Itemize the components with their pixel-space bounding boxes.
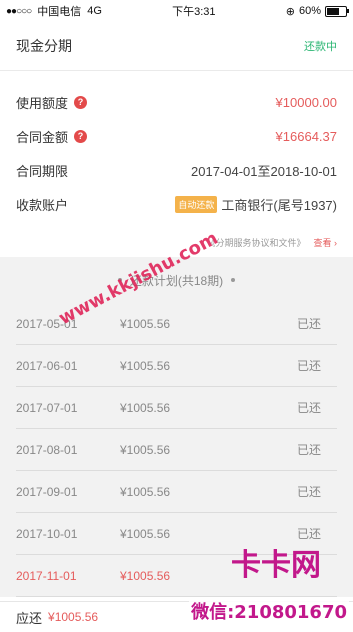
- installment-header: 现金分期 还款中: [0, 22, 353, 71]
- contract-term-value: 2017-04-01至2018-10-01: [191, 163, 337, 179]
- page-title: 现金分期: [16, 38, 72, 54]
- battery-icon: [325, 5, 349, 17]
- plan-amount: ¥1005.56: [120, 316, 171, 331]
- limit-value: ¥10000.00: [275, 94, 337, 110]
- status-bar-time: 下午3:31: [172, 6, 216, 18]
- network-type: 4G: [87, 5, 102, 17]
- help-icon[interactable]: ?: [74, 129, 88, 143]
- receiving-account-row: 收款账户 自动还款 工商银行(尾号1937): [0, 187, 353, 221]
- due-label: 应还: [16, 610, 43, 626]
- wechat-watermark: 微信:210801670: [189, 598, 349, 624]
- plan-date: 2017-08-01: [16, 442, 78, 457]
- plan-row: 2017-07-01 ¥1005.56 已还: [16, 387, 337, 429]
- orientation-lock-icon: ⊕: [285, 5, 295, 18]
- contract-term-row: 合同期限 2017-04-01至2018-10-01: [0, 153, 353, 187]
- contract-amount-value: ¥16664.37: [275, 128, 337, 144]
- receiving-account-value: 工商银行(尾号1937): [221, 197, 337, 213]
- plan-row: 2017-09-01 ¥1005.56 已还: [16, 471, 337, 513]
- limit-row: 使用额度 ? ¥10000.00: [0, 85, 353, 119]
- auto-repay-badge: 自动还款: [175, 195, 218, 213]
- plan-status: 已还: [296, 359, 321, 373]
- plan-status: 已还: [296, 443, 321, 457]
- carrier-name: 中国电信: [37, 6, 82, 18]
- plan-date: 2017-06-01: [16, 358, 78, 373]
- view-agreement-label: 查看: [313, 237, 332, 248]
- contract-amount-label: 合同金额: [16, 129, 69, 145]
- status-bar-right: ⊕ 60%: [285, 5, 349, 18]
- status-bar-left: ●●○○○ 中国电信 4G: [6, 3, 102, 19]
- plan-status: 已还: [296, 317, 321, 331]
- divider-dot-icon: [231, 278, 236, 282]
- plan-status: 已还: [296, 401, 321, 415]
- help-icon[interactable]: ?: [74, 95, 88, 109]
- receiving-account-label: 收款账户: [16, 197, 69, 213]
- plan-amount: ¥1005.56: [120, 526, 171, 541]
- brand-watermark: 卡卡网: [231, 548, 321, 583]
- view-agreement-link[interactable]: 查看 ›: [313, 236, 337, 249]
- plan-amount: ¥1005.56: [120, 358, 171, 373]
- plan-status: 已还: [296, 485, 321, 499]
- status-badge: 还款中: [304, 41, 337, 53]
- signal-strength-icon: ●●○○○: [6, 5, 32, 17]
- plan-date: 2017-07-01: [16, 400, 78, 415]
- contract-amount-row: 合同金额 ? ¥16664.37: [0, 119, 353, 153]
- plan-row: 2017-08-01 ¥1005.56 已还: [16, 429, 337, 471]
- limit-label: 使用额度: [16, 95, 69, 111]
- status-bar: ●●○○○ 中国电信 4G 下午3:31 ⊕ 60%: [0, 0, 353, 22]
- plan-amount: ¥1005.56: [120, 400, 171, 415]
- chevron-right-icon: ›: [334, 237, 337, 248]
- plan-amount: ¥1005.56: [120, 442, 171, 457]
- plan-date: 2017-10-01: [16, 526, 78, 541]
- plan-date: 2017-09-01: [16, 484, 78, 499]
- agreement-text: 《分期服务协议和文件》: [206, 237, 306, 248]
- plan-row: 2017-06-01 ¥1005.56 已还: [16, 345, 337, 387]
- plan-date: 2017-11-01: [16, 568, 77, 583]
- due-amount: ¥1005.56: [48, 610, 99, 624]
- contract-term-label: 合同期限: [16, 163, 69, 179]
- battery-percentage: 60%: [298, 5, 321, 17]
- plan-amount: ¥1005.56: [120, 484, 171, 499]
